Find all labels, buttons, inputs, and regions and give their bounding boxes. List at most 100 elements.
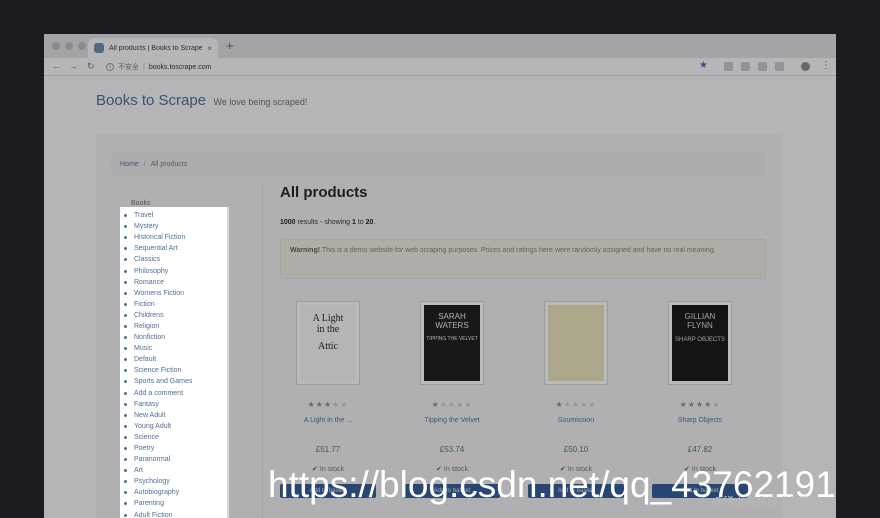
results-end: .: [373, 219, 376, 226]
category-label[interactable]: Poetry: [134, 445, 154, 452]
bullet-icon: [124, 424, 127, 428]
extension-pocket-icon[interactable]: [724, 62, 733, 71]
sidebar-category-item[interactable]: Sequential Art: [120, 243, 227, 254]
extension-list-icon[interactable]: [775, 62, 784, 71]
sidebar-category-item[interactable]: New Adult: [120, 410, 227, 421]
reload-button[interactable]: ↻: [87, 60, 95, 72]
book-cover-image[interactable]: A Light in the Attic: [296, 301, 360, 385]
maximize-window-dot[interactable]: [78, 42, 86, 50]
category-label[interactable]: Fiction: [134, 301, 155, 308]
sidebar-category-item[interactable]: Historical Fiction: [120, 232, 227, 243]
category-label[interactable]: Philosophy: [134, 268, 168, 275]
minimize-window-dot[interactable]: [65, 42, 73, 50]
book-cover-image[interactable]: SARAH WATERS TIPPING THE VELVET: [420, 301, 484, 385]
category-label[interactable]: Paranormal: [134, 456, 170, 463]
category-label[interactable]: Adult Fiction: [134, 512, 173, 518]
category-label[interactable]: Art: [134, 467, 143, 474]
product-title-link[interactable]: Tipping the Velvet: [404, 417, 500, 424]
category-label[interactable]: Classics: [134, 256, 160, 263]
sidebar-category-item[interactable]: Autobiography: [120, 487, 227, 498]
category-label[interactable]: Romance: [134, 279, 164, 286]
sidebar-category-item[interactable]: Womens Fiction: [120, 288, 227, 299]
sidebar-category-item[interactable]: Science: [120, 432, 227, 443]
cover-art: GILLIAN FLYNN SHARP OBJECTS: [672, 305, 728, 381]
star-icon: ★: [679, 400, 688, 409]
sidebar-category-item[interactable]: Art: [120, 465, 227, 476]
category-label[interactable]: Childrens: [134, 312, 164, 319]
star-icon: ★: [588, 400, 597, 409]
bullet-icon: [124, 469, 127, 473]
sidebar-category-item[interactable]: Add a comment: [120, 388, 227, 399]
category-label[interactable]: Science: [134, 434, 159, 441]
sidebar-category-item[interactable]: Fantasy: [120, 399, 227, 410]
category-label[interactable]: Psychology: [134, 478, 170, 485]
bullet-icon: [124, 280, 127, 284]
tab-close-icon[interactable]: ×: [207, 44, 212, 53]
category-label[interactable]: Music: [134, 345, 152, 352]
sidebar-category-item[interactable]: Paranormal: [120, 454, 227, 465]
category-label[interactable]: Womens Fiction: [134, 290, 184, 297]
sidebar-category-item[interactable]: Science Fiction: [120, 365, 227, 376]
category-label[interactable]: New Adult: [134, 412, 166, 419]
close-window-dot[interactable]: [52, 42, 60, 50]
extension-grid-icon[interactable]: [758, 62, 767, 71]
sidebar-category-item[interactable]: Nonfiction: [120, 332, 227, 343]
sidebar-category-item[interactable]: Religion: [120, 321, 227, 332]
sidebar-category-item[interactable]: Romance: [120, 277, 227, 288]
sidebar-category-item[interactable]: Adult Fiction: [120, 510, 227, 518]
product-title-link[interactable]: Sharp Objects: [652, 417, 748, 424]
site-logo-link[interactable]: Books to Scrape: [96, 92, 206, 109]
breadcrumb-home-link[interactable]: Home: [120, 161, 139, 168]
bookmark-star-icon[interactable]: ★: [699, 59, 708, 73]
extension-shield-icon[interactable]: [741, 62, 750, 71]
sidebar-category-item[interactable]: Mystery: [120, 221, 227, 232]
bullet-icon: [124, 491, 127, 495]
sidebar-category-item[interactable]: Travel: [120, 210, 227, 221]
sidebar-category-item[interactable]: Sports and Games: [120, 376, 227, 387]
product-price: £53.74: [439, 445, 465, 454]
url-text[interactable]: books.toscrape.com: [149, 64, 212, 71]
category-label[interactable]: Fantasy: [134, 401, 159, 408]
product-title-link[interactable]: A Light in the ...: [280, 417, 376, 424]
category-label[interactable]: Add a comment: [134, 390, 183, 397]
profile-avatar-icon[interactable]: [801, 62, 810, 71]
book-cover-image[interactable]: [544, 301, 608, 385]
sidebar-category-item[interactable]: Philosophy: [120, 265, 227, 276]
sidebar-books-link[interactable]: Books: [131, 200, 150, 207]
sidebar-category-item[interactable]: Classics: [120, 254, 227, 265]
star-icon: ★: [563, 400, 572, 409]
category-label[interactable]: Mystery: [134, 223, 159, 230]
cover-text: A Light: [312, 313, 344, 324]
category-label[interactable]: Travel: [134, 212, 153, 219]
sidebar-category-item[interactable]: Young Adult: [120, 421, 227, 432]
category-label[interactable]: Sports and Games: [134, 378, 192, 385]
new-tab-button[interactable]: +: [226, 39, 234, 53]
bullet-icon: [124, 258, 127, 262]
category-label[interactable]: Sequential Art: [134, 245, 178, 252]
category-label[interactable]: Religion: [134, 323, 159, 330]
book-cover-image[interactable]: GILLIAN FLYNN SHARP OBJECTS: [668, 301, 732, 385]
browser-menu-icon[interactable]: ⋮: [821, 59, 831, 73]
back-button[interactable]: ←: [52, 60, 61, 72]
tab-title: All products | Books to Scrape: [109, 44, 203, 52]
category-label[interactable]: Nonfiction: [134, 334, 165, 341]
category-label[interactable]: Historical Fiction: [134, 234, 185, 241]
forward-button[interactable]: →: [69, 60, 78, 72]
browser-tab[interactable]: All products | Books to Scrape ×: [88, 38, 218, 58]
sidebar-category-item[interactable]: Childrens: [120, 310, 227, 321]
category-label[interactable]: Default: [134, 356, 156, 363]
watermark-caption: @稀土掘金技术社区: [712, 496, 812, 508]
category-label[interactable]: Science Fiction: [134, 367, 181, 374]
category-label[interactable]: Parenting: [134, 500, 164, 507]
sidebar-category-item[interactable]: Default: [120, 354, 227, 365]
sidebar-category-item[interactable]: Psychology: [120, 476, 227, 487]
sidebar-category-item[interactable]: Poetry: [120, 443, 227, 454]
sidebar-category-item[interactable]: Parenting: [120, 498, 227, 509]
sidebar-category-item[interactable]: Fiction: [120, 299, 227, 310]
category-label[interactable]: Young Adult: [134, 423, 171, 430]
category-label[interactable]: Autobiography: [134, 489, 179, 496]
product-title-link[interactable]: Soumission: [528, 417, 624, 424]
address-bar[interactable]: i 不安全 | books.toscrape.com: [106, 61, 706, 73]
results-to-word: to: [355, 219, 366, 226]
sidebar-category-item[interactable]: Music: [120, 343, 227, 354]
